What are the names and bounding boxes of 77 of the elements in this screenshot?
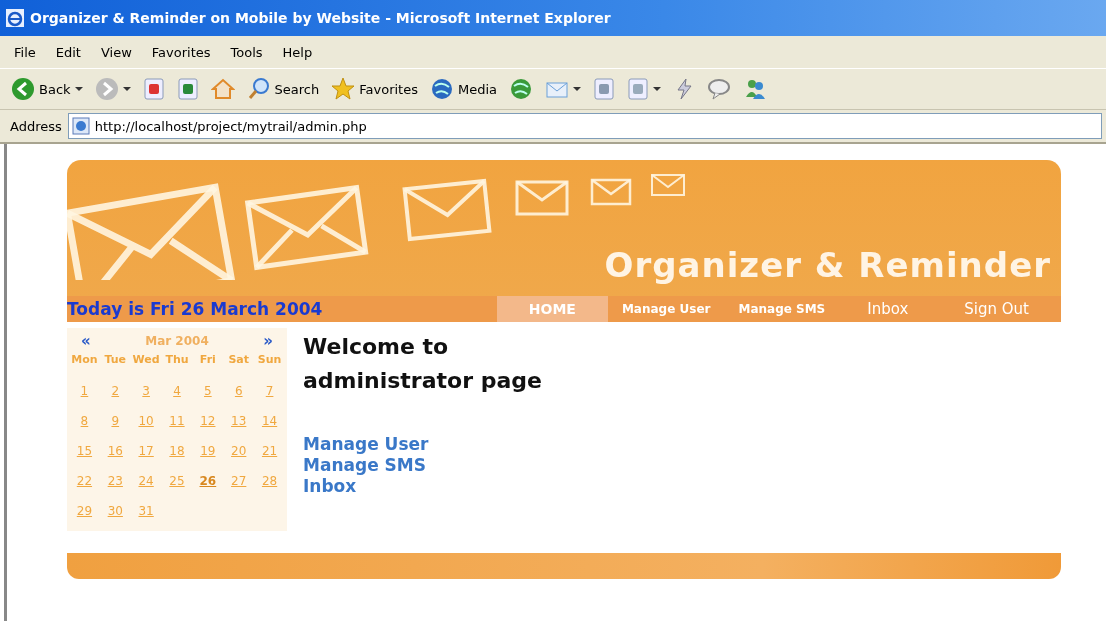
dropdown-arrow-icon <box>74 87 83 91</box>
calendar-day-link[interactable]: 16 <box>99 437 131 465</box>
calendar-day-link[interactable]: 3 <box>130 377 162 405</box>
calendar-day-link[interactable]: 26 <box>192 467 224 495</box>
weekday-label: Sun <box>256 353 283 368</box>
menu-item[interactable]: Edit <box>55 44 81 60</box>
calendar-day-link[interactable]: 30 <box>99 497 131 525</box>
menu-link[interactable]: Manage User <box>303 434 542 455</box>
nav-link[interactable]: Manage User <box>607 296 725 322</box>
today-date: Today is Fri 26 March 2004 <box>67 299 323 319</box>
search-icon <box>246 77 271 101</box>
calendar-day-link[interactable]: 14 <box>254 407 285 435</box>
toolbar-button[interactable]: Search <box>243 75 323 103</box>
calendar-day-link[interactable]: 15 <box>69 437 100 465</box>
weekday-label: Mon <box>70 353 99 368</box>
calendar-day-link[interactable]: 22 <box>69 467 100 495</box>
calendar-day-link[interactable]: 20 <box>223 437 255 465</box>
toolbar-button[interactable]: Media <box>426 75 500 103</box>
menu-item[interactable]: File <box>14 44 36 60</box>
dropdown-arrow-icon <box>573 87 581 91</box>
weekday-label: Wed <box>131 353 161 368</box>
calendar-day-link[interactable]: 28 <box>254 467 285 495</box>
calendar-day-link[interactable]: 23 <box>99 467 131 495</box>
calendar-day-link[interactable]: 9 <box>99 407 131 435</box>
calendar-day-link[interactable]: 29 <box>69 497 100 525</box>
calendar-day-link[interactable]: 10 <box>130 407 162 435</box>
weekday-label: Tue <box>103 353 128 368</box>
window-title: Organizer & Reminder on Mobile by Website - Microsoft Internet Explorer <box>30 10 611 26</box>
nav-link[interactable]: Inbox <box>839 296 937 322</box>
calendar-day-link[interactable]: 19 <box>192 437 224 465</box>
nav-link[interactable]: Sign Out <box>936 296 1057 322</box>
nav-link[interactable]: Manage SMS <box>724 296 840 322</box>
calendar-day-link[interactable]: 24 <box>130 467 162 495</box>
speech-bubble-icon <box>707 77 731 101</box>
menu-link[interactable]: Inbox <box>303 476 542 497</box>
browser-logo-icon <box>6 9 24 27</box>
home-icon <box>210 77 235 101</box>
calendar-day-link[interactable]: 11 <box>161 407 193 435</box>
menu-item[interactable]: Help <box>282 44 313 60</box>
calendar-day-link[interactable]: 31 <box>130 497 162 525</box>
calendar-day-link[interactable]: 8 <box>69 407 100 435</box>
calendar-day-link[interactable]: 7 <box>254 377 285 405</box>
menu-item[interactable]: View <box>100 44 132 60</box>
globe-icon <box>429 77 454 101</box>
welcome-heading: Welcome to administrator page <box>303 333 542 395</box>
dropdown-arrow-icon <box>653 87 661 91</box>
calendar-day-link[interactable]: 2 <box>99 377 131 405</box>
calendar-day-link[interactable]: 6 <box>223 377 255 405</box>
calendar-day-link[interactable]: 5 <box>192 377 224 405</box>
menu-link[interactable]: Manage SMS <box>303 455 542 476</box>
calendar-day-link[interactable]: 21 <box>254 437 285 465</box>
calendar-day-link[interactable]: 13 <box>223 407 255 435</box>
weekday-label: Fri <box>198 353 217 368</box>
nav-link[interactable]: HOME <box>496 296 608 322</box>
weekday-label: Sat <box>227 353 250 368</box>
calendar-day-link[interactable]: 4 <box>161 377 193 405</box>
people-icon <box>743 77 767 101</box>
previous-month-link[interactable]: « <box>81 332 91 350</box>
address-field[interactable]: http://localhost/project/mytrail/admin.php <box>67 113 1102 139</box>
page-icon <box>71 117 90 135</box>
calendar-day-link[interactable]: 27 <box>223 467 255 495</box>
month-title: Mar 2004 <box>145 334 209 348</box>
menu-item[interactable]: Favorites <box>151 44 211 60</box>
calendar-day-link[interactable]: 12 <box>192 407 224 435</box>
calendar-day-link[interactable]: 17 <box>130 437 162 465</box>
calendar-day-link[interactable]: 1 <box>69 377 100 405</box>
weekday-label: Thu <box>164 353 190 368</box>
calendar-day-link[interactable]: 25 <box>161 467 193 495</box>
calendar-day-link[interactable]: 18 <box>161 437 193 465</box>
toolbar-button[interactable]: Back <box>8 75 86 103</box>
menu-item[interactable]: Tools <box>230 44 263 60</box>
next-month-link[interactable]: » <box>263 332 273 350</box>
star-icon <box>331 77 356 101</box>
site-title: Organizer & Reminder <box>604 245 1051 285</box>
dropdown-arrow-icon <box>122 87 131 91</box>
toolbar-button[interactable]: Favorites <box>328 75 421 103</box>
address-label: Address <box>10 118 62 134</box>
